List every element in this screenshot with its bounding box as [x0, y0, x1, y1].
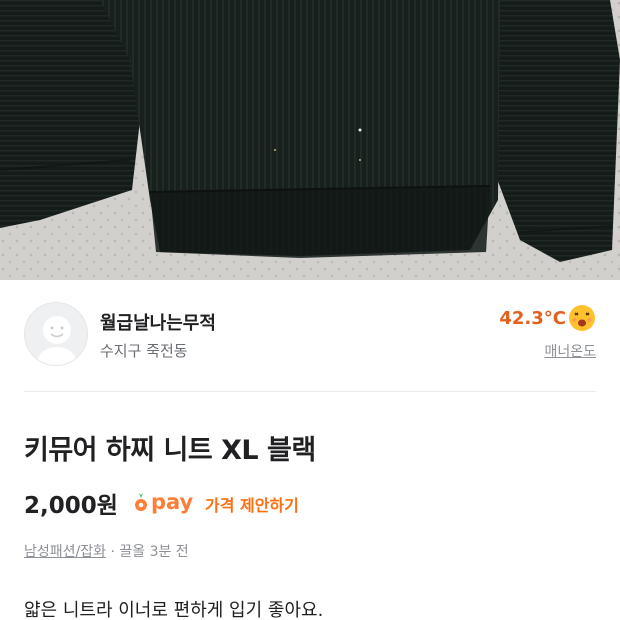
- price-offer-button[interactable]: 가격 제안하기: [205, 492, 299, 516]
- pay-label: pay: [151, 490, 194, 514]
- carrot-pay-logo: pay: [134, 488, 193, 516]
- product-photo[interactable]: [0, 0, 620, 280]
- category-link[interactable]: 남성패션/잡화: [24, 544, 106, 560]
- happy-face-icon: [568, 304, 596, 332]
- listing-description: 얇은 니트라 이너로 편하게 입기 좋아요.: [24, 600, 324, 620]
- manner-temperature: 42.3°C: [499, 308, 566, 329]
- carrot-pay-icon: [135, 493, 147, 511]
- listing-price: 2,000원: [24, 493, 118, 519]
- listing-title: 키뮤어 하찌 니트 XL 블랙: [24, 435, 316, 466]
- seller-profile[interactable]: 월급날나는무적 수지구 죽전동 42.3°C 매너온도: [24, 302, 596, 368]
- seller-name[interactable]: 월급날나는무적: [100, 309, 216, 335]
- price-row: 2,000원 pay 가격 제안하기: [24, 482, 596, 522]
- seller-region: 수지구 죽전동: [100, 342, 188, 360]
- manner-temperature-link[interactable]: 매너온도: [544, 341, 596, 361]
- listing-meta: 남성패션/잡화 · 끌올 3분 전: [24, 541, 189, 561]
- default-profile-icon[interactable]: [24, 302, 88, 366]
- meta-separator: ·: [106, 544, 120, 560]
- divider: [24, 391, 596, 392]
- sweater-image: [0, 0, 620, 280]
- posted-time: 끌올 3분 전: [119, 544, 189, 560]
